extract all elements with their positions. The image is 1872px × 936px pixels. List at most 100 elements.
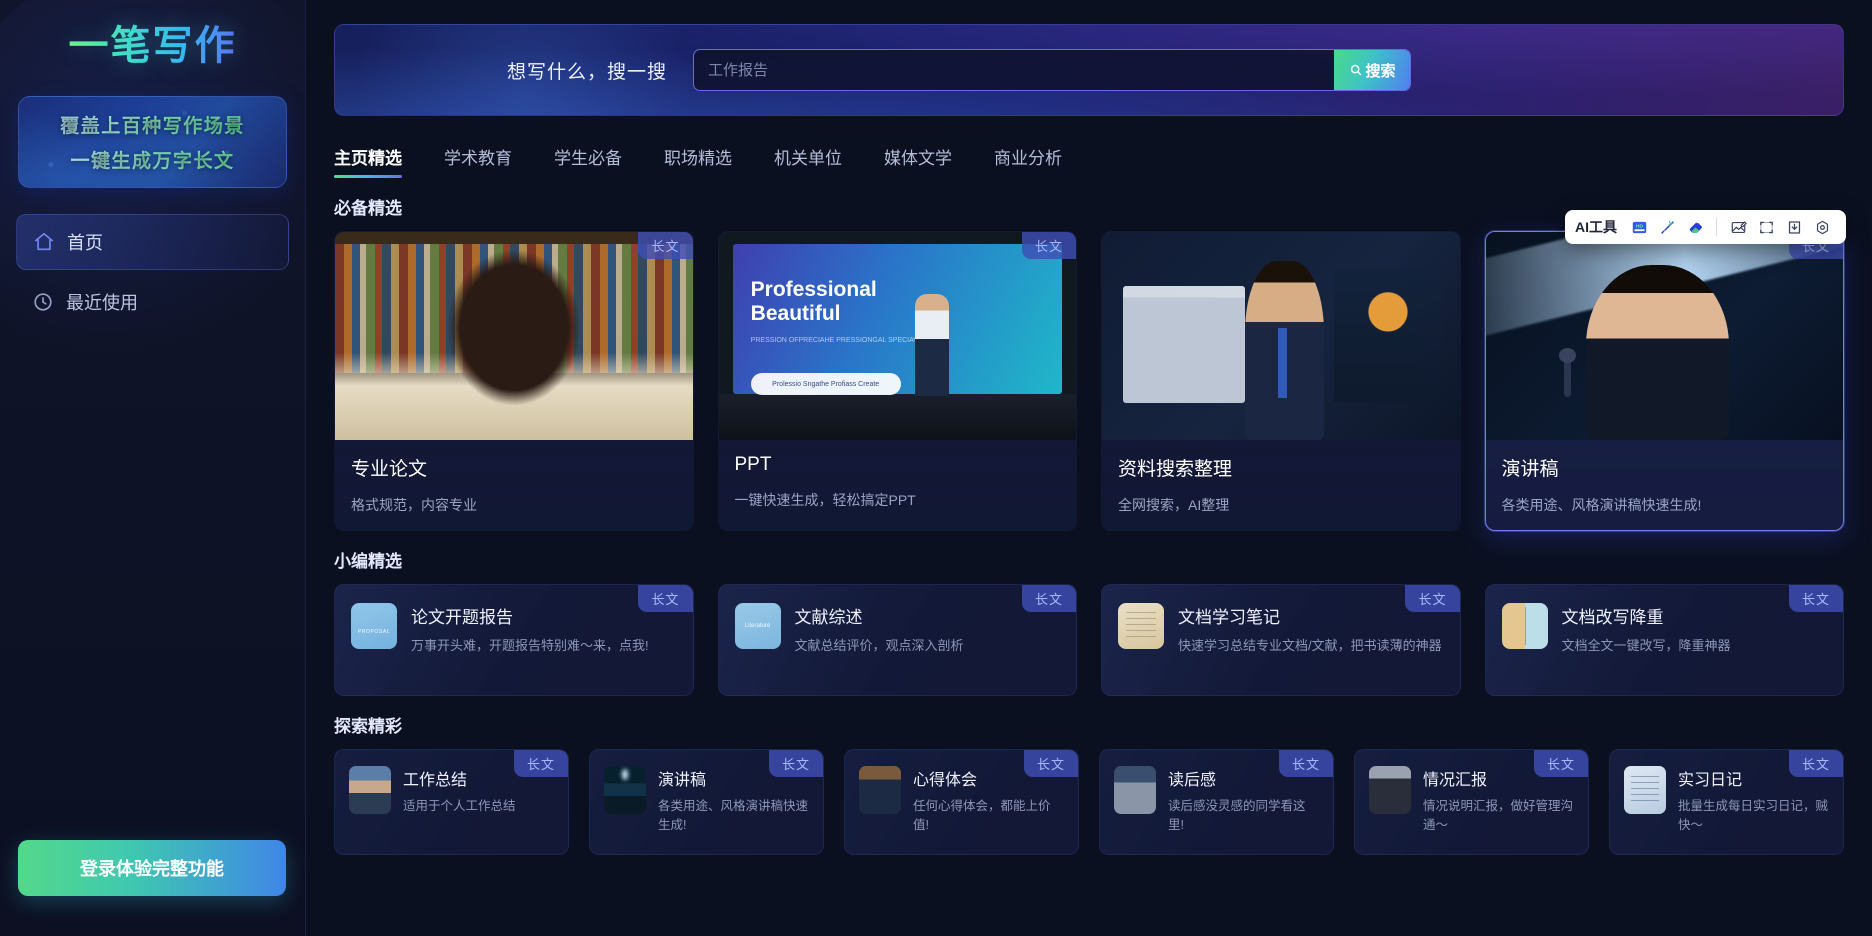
badge-long-text: 长文	[638, 585, 693, 612]
card-desc: 适用于个人工作总结	[403, 799, 516, 813]
search-button[interactable]: 搜索	[1334, 50, 1411, 90]
badge-long-text: 长文	[1021, 232, 1076, 259]
search-icon	[1350, 64, 1361, 76]
featured-card-research[interactable]: 资料搜索整理 全网搜索，AI整理	[1101, 231, 1461, 531]
tab-workplace[interactable]: 职场精选	[664, 144, 732, 178]
promo-line-1: 覆盖上百种写作场景	[60, 111, 245, 138]
badge-long-text: 长文	[1278, 750, 1333, 777]
sidebar-item-recent[interactable]: 最近使用	[16, 274, 289, 330]
card-desc: 任何心得体会，都能上价值!	[913, 799, 1051, 833]
report-thumb-icon	[1369, 766, 1411, 814]
sidebar-item-home[interactable]: 首页	[16, 214, 289, 270]
card-title: 专业论文	[351, 459, 428, 480]
settings-gear-icon[interactable]	[1808, 213, 1836, 241]
sidebar-item-home-label: 首页	[67, 233, 103, 253]
card-desc: 情况说明汇报，做好管理沟通～	[1423, 799, 1574, 833]
search-input[interactable]	[694, 50, 1335, 90]
badge-long-text: 长文	[768, 750, 823, 777]
ai-tools-floating-toolbar[interactable]: AI工具 HD	[1565, 210, 1846, 244]
card-desc: 万事开头难，开题报告特别难～来，点我!	[411, 638, 649, 653]
explore-card-status-report[interactable]: 长文 情况汇报 情况说明汇报，做好管理沟通～	[1354, 749, 1589, 855]
promo-banner[interactable]: 覆盖上百种写作场景 一键生成万字长文	[18, 96, 287, 188]
badge-long-text: 长文	[1405, 585, 1460, 612]
slide-title: Professional Beautiful	[750, 277, 877, 326]
pick-card-proposal[interactable]: 长文 PROPOSAL 论文开题报告 万事开头难，开题报告特别难～来，点我!	[334, 584, 694, 696]
featured-card-speech[interactable]: 长文 演讲稿 各类用途、风格演讲稿快速生成!	[1484, 231, 1844, 531]
tab-home-featured[interactable]: 主页精选	[334, 144, 402, 178]
book-thumb-icon	[1114, 766, 1156, 814]
note-thumb-icon	[1118, 603, 1164, 649]
tab-government[interactable]: 机关单位	[774, 144, 842, 178]
featured-card-row: 长文 专业论文 格式规范，内容专业 长文 Professional Beauti…	[334, 231, 1844, 531]
sidebar-nav: 首页 最近使用	[0, 214, 305, 330]
featured-card-thesis[interactable]: 长文 专业论文 格式规范，内容专业	[334, 231, 694, 531]
tab-media-literature[interactable]: 媒体文学	[884, 144, 952, 178]
section-title-editor-picks: 小编精选	[334, 552, 402, 571]
card-image-research	[1102, 232, 1460, 440]
card-desc: 一键快速生成，轻松搞定PPT	[734, 492, 916, 508]
card-title: 文档改写降重	[1561, 608, 1664, 627]
explore-card-speech[interactable]: 长文 演讲稿 各类用途、风格演讲稿快速生成!	[589, 749, 824, 855]
section-title-explore: 探索精彩	[334, 717, 402, 736]
card-title: 文献综述	[794, 608, 863, 627]
card-title: 工作总结	[403, 772, 468, 789]
card-title: 演讲稿	[1501, 459, 1559, 480]
presenter-figure	[915, 294, 950, 397]
slide-subtitle: PRESSION OFPRECIAHE PRESSIONGAL SPECIAVI…	[750, 337, 931, 344]
card-image-speech	[1485, 232, 1843, 440]
tab-business-analysis[interactable]: 商业分析	[994, 144, 1062, 178]
explore-card-work-summary[interactable]: 长文 工作总结 适用于个人工作总结	[334, 749, 569, 855]
badge-long-text: 长文	[1021, 585, 1076, 612]
toolbar-divider	[1716, 218, 1717, 236]
card-desc: 全网搜索，AI整理	[1118, 497, 1230, 513]
featured-card-ppt[interactable]: 长文 Professional Beautiful PRESSION OFPRE…	[717, 231, 1077, 531]
crop-frame-icon[interactable]	[1752, 213, 1780, 241]
magic-wand-icon[interactable]	[1653, 213, 1681, 241]
card-desc: 读后感没灵感的同学看这里!	[1168, 799, 1306, 833]
app-root: 一笔写作 覆盖上百种写作场景 一键生成万字长文 首页 最近使用 登录体验完整功能…	[0, 0, 1872, 936]
search-box[interactable]: 搜索	[693, 49, 1412, 91]
work-thumb-icon	[349, 766, 391, 814]
slide-pill: Prolessio Sngathe Profiass Create	[750, 373, 901, 396]
card-desc: 文献总结评价，观点深入剖析	[794, 638, 964, 653]
card-desc: 格式规范，内容专业	[351, 497, 477, 513]
content-scroll: 必备精选 长文 专业论文 格式规范，内容专业 长文 Professional B…	[306, 194, 1872, 855]
card-desc: 文档全文一键改写，降重神器	[1561, 638, 1731, 653]
clock-icon	[32, 291, 54, 313]
diary-thumb-icon	[1624, 766, 1666, 814]
badge-long-text: 长文	[1533, 750, 1588, 777]
card-title: 论文开题报告	[411, 608, 513, 627]
download-icon[interactable]	[1780, 213, 1808, 241]
pick-card-rewrite[interactable]: 长文 文档改写降重 文档全文一键改写，降重神器	[1484, 584, 1844, 696]
tab-student[interactable]: 学生必备	[554, 144, 622, 178]
explore-card-book-review[interactable]: 长文 读后感 读后感没灵感的同学看这里!	[1099, 749, 1334, 855]
rewrite-thumb-icon	[1501, 603, 1548, 649]
hd-capture-icon[interactable]: HD	[1625, 213, 1653, 241]
explore-card-internship-diary[interactable]: 长文 实习日记 批量生成每日实习日记，贼快～	[1609, 749, 1844, 855]
explore-card-insight[interactable]: 长文 心得体会 任何心得体会，都能上价值!	[844, 749, 1079, 855]
editor-picks-row: 长文 PROPOSAL 论文开题报告 万事开头难，开题报告特别难～来，点我! 长…	[334, 584, 1844, 696]
ai-tools-label: AI工具	[1575, 219, 1617, 235]
search-button-label: 搜索	[1365, 62, 1396, 80]
card-title: 文档学习笔记	[1178, 608, 1280, 627]
badge-long-text: 长文	[513, 750, 568, 777]
pick-card-study-notes[interactable]: 长文 文档学习笔记 快速学习总结专业文档/文献，把书读薄的神器	[1101, 584, 1461, 696]
home-icon	[33, 231, 55, 253]
sidebar-item-recent-label: 最近使用	[66, 293, 138, 313]
badge-long-text: 长文	[1788, 585, 1843, 612]
card-image-thesis	[335, 232, 693, 440]
card-desc: 快速学习总结专业文档/文献，把书读薄的神器	[1178, 638, 1442, 653]
badge-long-text: 长文	[1788, 750, 1843, 777]
card-title: 资料搜索整理	[1118, 459, 1233, 480]
pick-card-literature[interactable]: 长文 Literature 文献综述 文献总结评价，观点深入剖析	[717, 584, 1077, 696]
literature-thumb-label: Literature	[744, 623, 771, 629]
card-desc: 各类用途、风格演讲稿快速生成!	[658, 799, 809, 833]
logo-container[interactable]: 一笔写作	[0, 0, 305, 84]
image-edit-icon[interactable]	[1724, 213, 1752, 241]
insight-thumb-icon	[859, 766, 901, 814]
tab-academic[interactable]: 学术教育	[444, 144, 512, 178]
eraser-icon[interactable]	[1681, 213, 1709, 241]
microphone-prop	[1559, 347, 1577, 397]
login-button[interactable]: 登录体验完整功能	[18, 840, 286, 896]
search-prompt-label: 想写什么，搜一搜	[507, 61, 668, 83]
